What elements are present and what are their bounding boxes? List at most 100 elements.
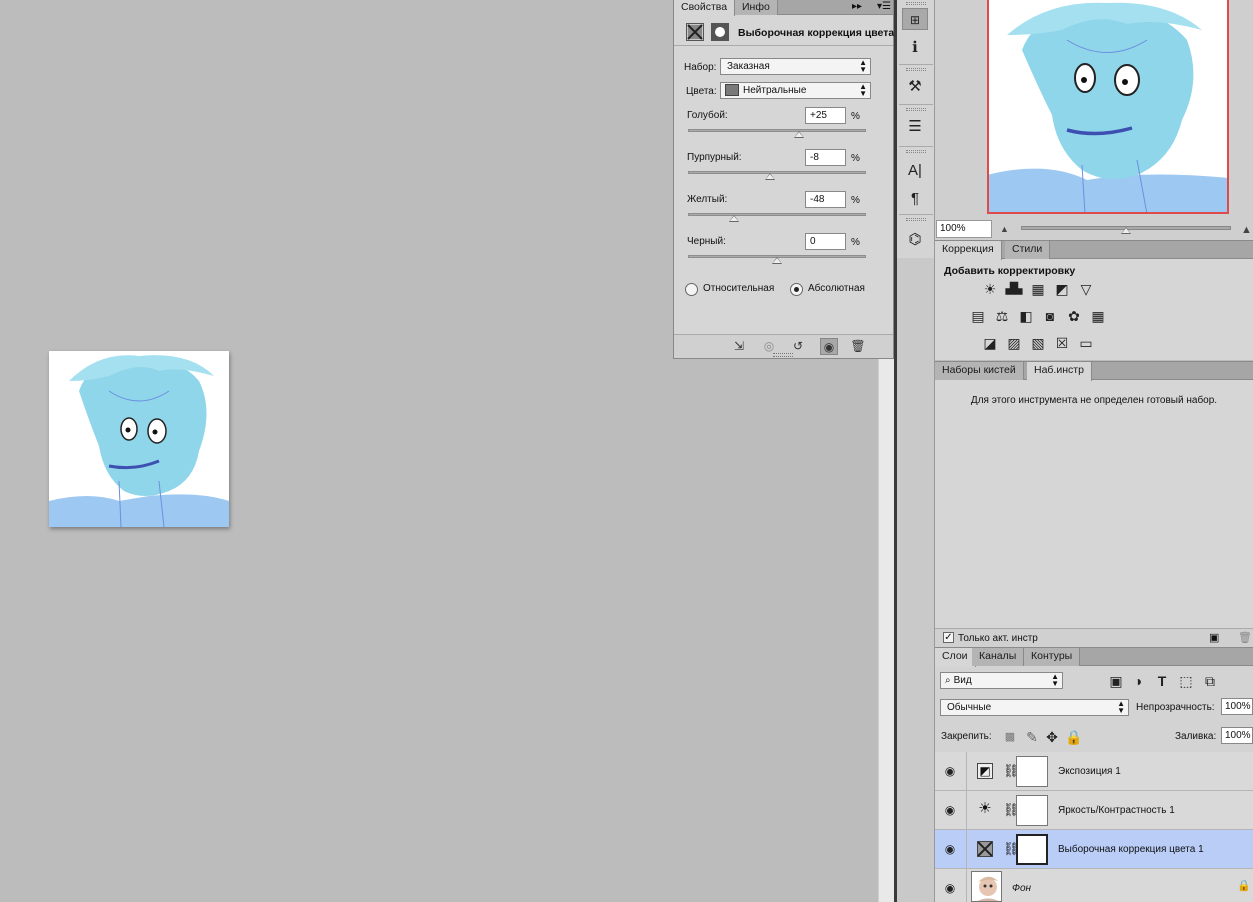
eye-icon[interactable]: ◉: [943, 764, 957, 778]
tab-paths[interactable]: Контуры: [1024, 648, 1081, 666]
lock-transparency-icon[interactable]: ▩: [1001, 729, 1019, 745]
navigator-zoom-thumb[interactable]: [1121, 227, 1131, 234]
tab-styles[interactable]: Стили: [1005, 241, 1051, 259]
tab-channels[interactable]: Каналы: [972, 648, 1025, 666]
filter-type-icon[interactable]: T: [1153, 673, 1171, 689]
toggle-visibility-icon[interactable]: ◉: [820, 338, 838, 355]
layer-mask-thumbnail[interactable]: [1016, 834, 1048, 865]
colors-select[interactable]: Нейтральные ▲ ▼: [720, 82, 871, 99]
posterize-icon[interactable]: ▨: [1005, 335, 1023, 351]
layer-name[interactable]: Экспозиция 1: [1058, 766, 1121, 777]
radio-absolute[interactable]: [790, 283, 803, 296]
tab-properties[interactable]: Свойства: [674, 0, 736, 16]
collapse-panel-icon[interactable]: ▸▸: [852, 0, 862, 14]
tab-info[interactable]: Инфо: [735, 0, 778, 15]
gradient-map-icon[interactable]: ▭: [1077, 335, 1095, 351]
layer-name[interactable]: Яркость/Контрастность 1: [1058, 805, 1175, 816]
layer-row-selected[interactable]: ◉ ⛓ Выборочная коррекция цвета 1: [935, 830, 1253, 869]
selective-color-icon[interactable]: [686, 23, 704, 41]
invert-icon[interactable]: ◪: [981, 335, 999, 351]
layer-mask-thumbnail[interactable]: [1016, 756, 1048, 787]
zoom-in-icon[interactable]: ▲: [1241, 224, 1252, 236]
filter-smart-object-icon[interactable]: ⧉: [1201, 673, 1219, 689]
slider-magenta-track[interactable]: [688, 171, 866, 174]
slider-black-thumb[interactable]: [772, 257, 782, 264]
layer-filter-select[interactable]: ⌕ Вид ▲ ▼: [940, 672, 1063, 689]
layer-mask-thumbnail[interactable]: [1016, 795, 1048, 826]
current-tool-only-checkbox[interactable]: ✓: [943, 632, 954, 643]
clip-to-layer-icon[interactable]: ⇲: [730, 338, 748, 355]
levels-icon[interactable]: ▟▙: [1005, 281, 1023, 297]
delete-preset-icon[interactable]: 🗑: [1238, 631, 1252, 644]
dock-grip[interactable]: [906, 2, 926, 5]
dock-grip[interactable]: [906, 218, 926, 221]
slider-cyan-value[interactable]: +25: [805, 107, 846, 124]
eye-icon[interactable]: ◉: [943, 842, 957, 856]
slider-cyan-thumb[interactable]: [794, 131, 805, 138]
tab-adjustments[interactable]: Коррекция: [935, 241, 1002, 260]
layer-name[interactable]: Фон: [1012, 883, 1031, 894]
layer-name[interactable]: Выборочная коррекция цвета 1: [1058, 844, 1204, 855]
lock-pixels-icon[interactable]: ✎: [1023, 729, 1041, 745]
brush-presets-icon[interactable]: ⚒: [902, 76, 928, 98]
presets-footer: ✓ Только акт. инстр ▣ 🗑: [935, 628, 1253, 647]
filter-pixel-icon[interactable]: ▣: [1107, 673, 1125, 689]
eye-icon[interactable]: ◉: [943, 803, 957, 817]
eye-icon[interactable]: ◉: [943, 881, 957, 895]
document-canvas[interactable]: [49, 351, 229, 527]
character-icon[interactable]: A|: [902, 160, 928, 182]
brightness-contrast-icon[interactable]: ☀: [981, 281, 999, 297]
layer-row[interactable]: ◉ ☀ ⛓ Яркость/Контрастность 1: [935, 791, 1253, 830]
black-white-icon[interactable]: ◧: [1017, 308, 1035, 324]
layer-row[interactable]: ◉ ◩ ⛓ Экспозиция 1: [935, 752, 1253, 791]
selective-color-icon[interactable]: ☒: [1053, 335, 1071, 351]
filter-shape-icon[interactable]: ⬚: [1177, 673, 1195, 689]
vibrance-icon[interactable]: ▽: [1077, 281, 1095, 297]
hue-saturation-icon[interactable]: ▤: [969, 308, 987, 324]
navigator-icon[interactable]: ⊞: [902, 8, 928, 30]
resize-grip[interactable]: [773, 353, 793, 357]
slider-magenta-thumb[interactable]: [764, 173, 775, 180]
threshold-icon[interactable]: ▧: [1029, 335, 1047, 351]
background-thumbnail[interactable]: [971, 871, 1002, 902]
exposure-icon[interactable]: ◩: [1053, 281, 1071, 297]
radio-relative[interactable]: [685, 283, 698, 296]
channel-mixer-icon[interactable]: ✿: [1065, 308, 1083, 324]
lock-all-icon[interactable]: 🔒: [1065, 729, 1083, 745]
navigator-view-frame[interactable]: [987, 0, 1229, 214]
slider-yellow-track[interactable]: [688, 213, 866, 216]
zoom-out-icon[interactable]: ▲: [1000, 224, 1009, 234]
layer-row[interactable]: ◉ Фон 🔒: [935, 869, 1253, 902]
delete-icon[interactable]: 🗑: [849, 338, 867, 355]
photo-filter-icon[interactable]: ◙: [1041, 308, 1059, 324]
slider-yellow-value[interactable]: -48: [805, 191, 846, 208]
blend-mode-select[interactable]: Обычные ▲ ▼: [940, 699, 1129, 716]
navigator-zoom-field[interactable]: 100%: [936, 220, 992, 238]
opacity-field[interactable]: 100%: [1221, 698, 1253, 715]
creative-cloud-icon[interactable]: ⌬: [902, 229, 928, 251]
mask-icon[interactable]: [711, 23, 729, 41]
info-icon[interactable]: ℹ: [902, 37, 928, 59]
paragraph-icon[interactable]: ¶: [902, 188, 928, 210]
slider-yellow-thumb[interactable]: [729, 215, 740, 222]
preset-select[interactable]: Заказная ▲ ▼: [720, 58, 871, 75]
canvas-scrollbar[interactable]: [878, 359, 894, 902]
color-lookup-icon[interactable]: ▦: [1089, 308, 1107, 324]
slider-magenta-value[interactable]: -8: [805, 149, 846, 166]
fill-field[interactable]: 100%: [1221, 727, 1253, 744]
tool-presets-icon[interactable]: ☰: [902, 116, 928, 138]
tab-brush-presets[interactable]: Наборы кистей: [935, 362, 1024, 380]
lock-position-icon[interactable]: ✥: [1043, 729, 1061, 745]
tab-tool-presets[interactable]: Наб.инстр: [1027, 362, 1092, 381]
slider-black-value[interactable]: 0: [805, 233, 846, 250]
dock-grip[interactable]: [906, 150, 926, 153]
dock-grip[interactable]: [906, 68, 926, 71]
dock-grip[interactable]: [906, 108, 926, 111]
new-preset-icon[interactable]: ▣: [1209, 631, 1219, 644]
color-balance-icon[interactable]: ⚖: [993, 308, 1011, 324]
panel-menu-icon[interactable]: ▾☰: [877, 0, 891, 14]
filter-adjustment-icon[interactable]: ◑: [1129, 673, 1147, 689]
tab-layers[interactable]: Слои: [935, 648, 976, 667]
slider-cyan-track[interactable]: [688, 129, 866, 132]
curves-icon[interactable]: ▦: [1029, 281, 1047, 297]
